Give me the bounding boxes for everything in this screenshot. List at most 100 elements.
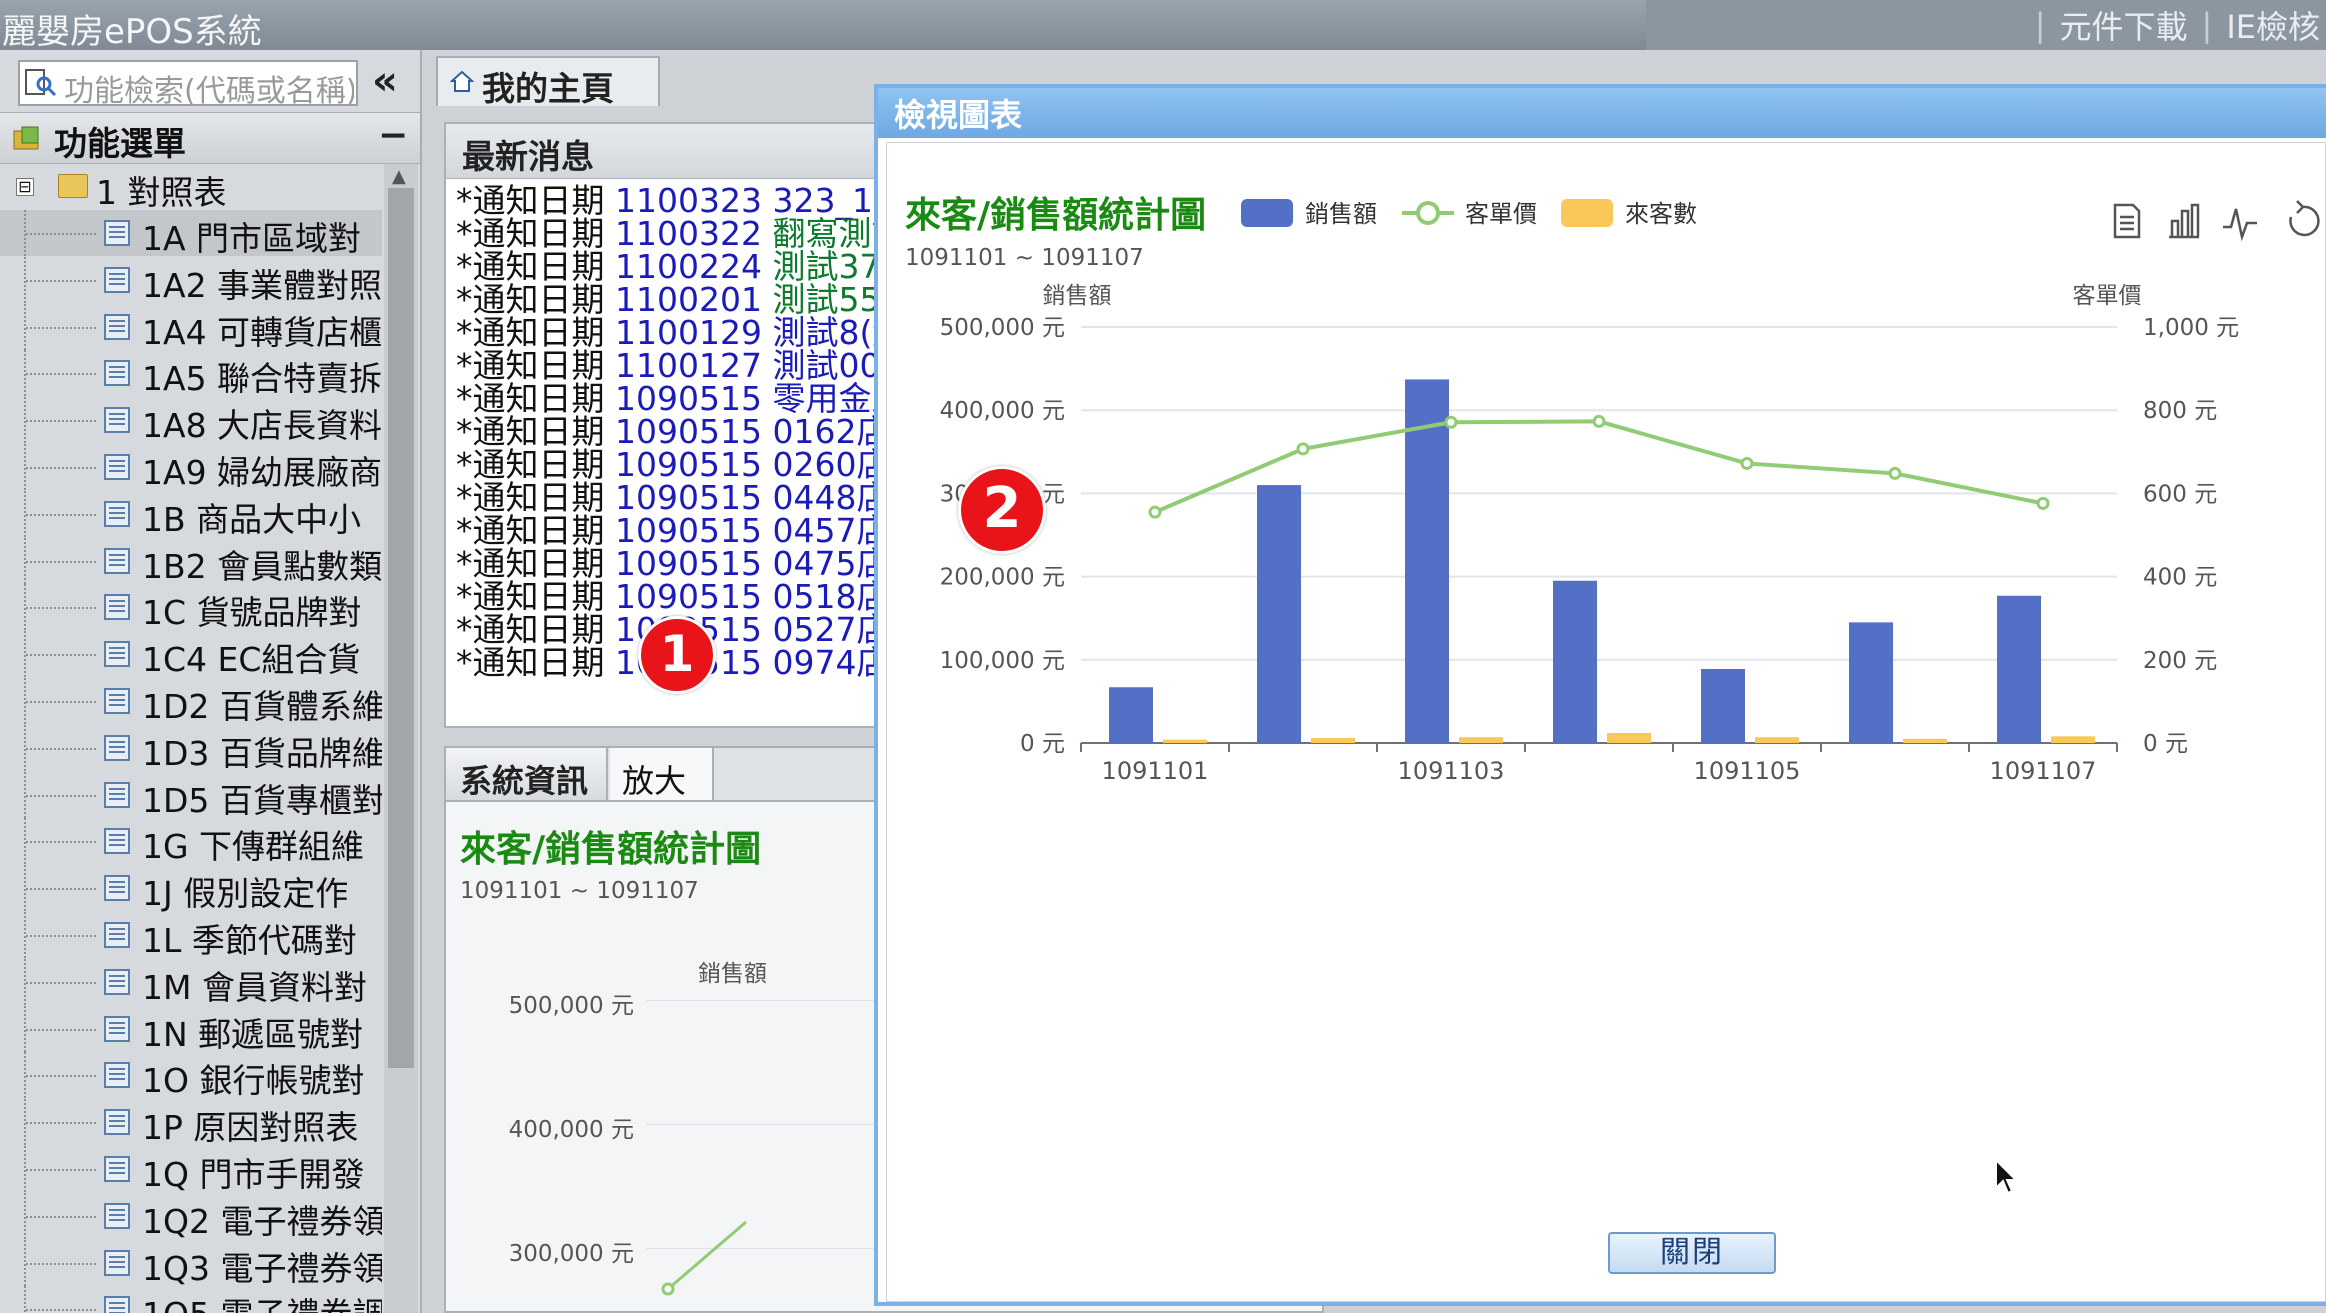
table-icon xyxy=(104,1109,130,1136)
tree-item[interactable]: 1A4 可轉貨店櫃 xyxy=(0,303,382,352)
close-button[interactable]: 關閉 xyxy=(1608,1232,1776,1274)
tree-item[interactable]: 1A8 大店長資料 xyxy=(0,397,382,445)
news-item[interactable]: *通知日期 1090515 0448店標 xyxy=(456,481,926,514)
bar-sales xyxy=(1997,595,2041,743)
tree-connector xyxy=(26,1215,96,1218)
tree-item-label: 1A9 婦幼展廠商 xyxy=(142,453,382,492)
right-axis-tick: 400 元 xyxy=(2143,565,2217,591)
tree-item[interactable]: 1L 季節代碼對 xyxy=(0,912,382,960)
tree-item-label: 1Q3 電子禮券領 xyxy=(142,1248,382,1288)
tree-item[interactable]: 1A 門市區域對 xyxy=(0,210,382,258)
tree-expander-icon[interactable]: ⊟ xyxy=(16,178,34,196)
menu-header[interactable]: 功能選單 − xyxy=(0,112,420,164)
tree-item-label: 1D3 百貨品牌維 xyxy=(142,733,382,773)
tree-item[interactable]: 1D2 百貨體系維 xyxy=(0,678,382,726)
point-unit-price xyxy=(1148,505,1162,519)
news-item[interactable]: *通知日期 1090515 零用金及 xyxy=(456,382,926,415)
tree-item[interactable]: 1J 假別設定作 xyxy=(0,865,382,913)
news-item[interactable]: *通知日期 1090515 0518店標 xyxy=(456,580,926,613)
chart-subtitle: 1091101 ~ 1091107 xyxy=(905,245,1144,271)
news-item[interactable]: *通知日期 1100224 測試37(紛 xyxy=(456,250,926,283)
home-icon xyxy=(450,70,474,92)
tab-zoom-label: 放大 xyxy=(622,762,687,800)
tree-item[interactable]: 1N 郵遞區號對 xyxy=(0,1005,382,1054)
tree-item[interactable]: 1C4 EC組合貨 xyxy=(0,631,382,679)
tree-item[interactable]: 1O 銀行帳號對 xyxy=(0,1052,382,1100)
tree-scrollbar[interactable]: ▲ xyxy=(384,164,418,1313)
x-axis-label: 1091101 xyxy=(1102,757,1209,785)
bar-visitors xyxy=(2051,736,2095,743)
collapse-sidebar-button[interactable]: « xyxy=(372,58,398,104)
tree-connector xyxy=(26,841,96,844)
tree-root-item[interactable]: ⊟ 1 對照表 xyxy=(0,164,382,212)
table-icon xyxy=(104,1249,130,1276)
right-axis-tick: 1,000 元 xyxy=(2143,315,2239,341)
tree-item-label: 1N 郵遞區號對 xyxy=(142,1014,364,1054)
ie-check-link[interactable]: IE檢核 xyxy=(2226,2,2320,48)
tree-item[interactable]: 1A5 聯合特賣拆 xyxy=(0,350,382,398)
table-icon xyxy=(104,1296,130,1313)
tree-item[interactable]: 1D3 百貨品牌維 xyxy=(0,724,382,773)
news-item[interactable]: *通知日期 1090515 0475店標 xyxy=(456,547,926,580)
tree-item-label: 1G 下傳群組維 xyxy=(142,827,365,867)
tree-item[interactable]: 1A9 婦幼展廠商 xyxy=(0,444,382,492)
tree-item[interactable]: 1D5 百貨專櫃對 xyxy=(0,771,382,820)
search-placeholder: 功能檢索(代碼或名稱) xyxy=(64,74,354,109)
menu-title: 功能選單 xyxy=(54,124,186,163)
dialog-body: 來客/銷售額統計圖 1091101 ~ 1091107 銷售額 客單價 來客數 銷售額 客單… xyxy=(886,142,2326,1302)
tree-item-label: 1D2 百貨體系維 xyxy=(142,687,382,726)
news-item[interactable]: *通知日期 1100201 測試555 xyxy=(456,283,926,316)
left-axis-tick: 0 元 xyxy=(1020,731,1065,757)
scroll-thumb[interactable] xyxy=(388,188,414,1068)
news-item[interactable]: *通知日期 1090515 0260店標 xyxy=(456,448,926,481)
function-search-input[interactable]: 功能檢索(代碼或名稱) xyxy=(18,60,358,109)
bar-sales xyxy=(1109,687,1153,743)
table-icon xyxy=(104,547,130,574)
table-icon xyxy=(104,734,130,761)
tree-item-label: 1C4 EC組合貨 xyxy=(142,640,361,680)
tree-item[interactable]: 1P 原因對照表 xyxy=(0,1099,382,1147)
tab-system-info[interactable]: 系統資訊 xyxy=(446,748,608,800)
news-item[interactable]: *通知日期 1090515 0457店標 xyxy=(456,514,926,547)
download-components-link[interactable]: 元件下載 xyxy=(2060,2,2188,48)
tree-item[interactable]: 1Q 門市手開發 xyxy=(0,1146,382,1194)
chart-dialog: 檢視圖表 來客/銷售額統計圖 1091101 ~ 1091107 銷售額 客單價 來客數… xyxy=(874,84,2326,1306)
news-item[interactable]: *通知日期 1100322 翻寫測試 xyxy=(456,217,926,250)
tree-item[interactable]: 1B2 會員點數類 xyxy=(0,537,382,586)
table-icon xyxy=(104,500,130,527)
dialog-header[interactable]: 檢視圖表 xyxy=(878,88,2326,138)
tree-item[interactable]: 1Q2 電子禮券領 xyxy=(0,1192,382,1241)
tree-connector xyxy=(26,981,96,984)
x-axis-label: 1091103 xyxy=(1398,757,1505,785)
tree-item[interactable]: 1G 下傳群組維 xyxy=(0,818,382,866)
news-item[interactable]: *通知日期 1090515 0162店標 xyxy=(456,415,926,448)
tree-item[interactable]: 1Q5 電子禮券調 xyxy=(0,1286,382,1313)
tree-connector xyxy=(26,794,96,797)
tree-item-label: 1A4 可轉貨店櫃 xyxy=(142,312,382,352)
point-unit-price xyxy=(1444,415,1458,429)
home-tab-label: 我的主頁 xyxy=(482,69,614,108)
tree-connector xyxy=(26,326,96,329)
news-item[interactable]: *通知日期 1100129 測試8(綜 xyxy=(456,316,926,349)
legend-label-sales: 銷售額 xyxy=(1305,200,1377,228)
tree-item[interactable]: 1A2 事業體對照 xyxy=(0,256,382,305)
tree-item[interactable]: 1Q3 電子禮券領 xyxy=(0,1239,382,1288)
news-item[interactable]: *通知日期 1100323 323_1測 xyxy=(456,184,926,217)
tab-home[interactable]: 我的主頁 xyxy=(436,56,660,108)
tree-connector xyxy=(26,420,96,423)
tree-item[interactable]: 1C 貨號品牌對 xyxy=(0,584,382,632)
tree-item[interactable]: 1M 會員資料對 xyxy=(0,958,382,1007)
line-chart-icon xyxy=(2223,208,2257,242)
scroll-up-icon[interactable]: ▲ xyxy=(392,166,406,187)
divider: | xyxy=(2201,6,2213,44)
tree-item-label: 1P 原因對照表 xyxy=(142,1108,359,1148)
left-axis-tick: 100,000 元 xyxy=(940,648,1065,674)
bar-sales xyxy=(1701,668,1745,743)
tree-connector xyxy=(26,747,96,750)
news-item[interactable]: *通知日期 1100127 測試00(零 xyxy=(456,349,926,382)
tree-item[interactable]: 1B 商品大中小 xyxy=(0,490,382,539)
bar-visitors xyxy=(1459,737,1503,743)
menu-collapse-button[interactable]: − xyxy=(378,115,408,156)
tab-zoom[interactable]: 放大 xyxy=(610,748,714,800)
tree-connector xyxy=(26,654,96,657)
